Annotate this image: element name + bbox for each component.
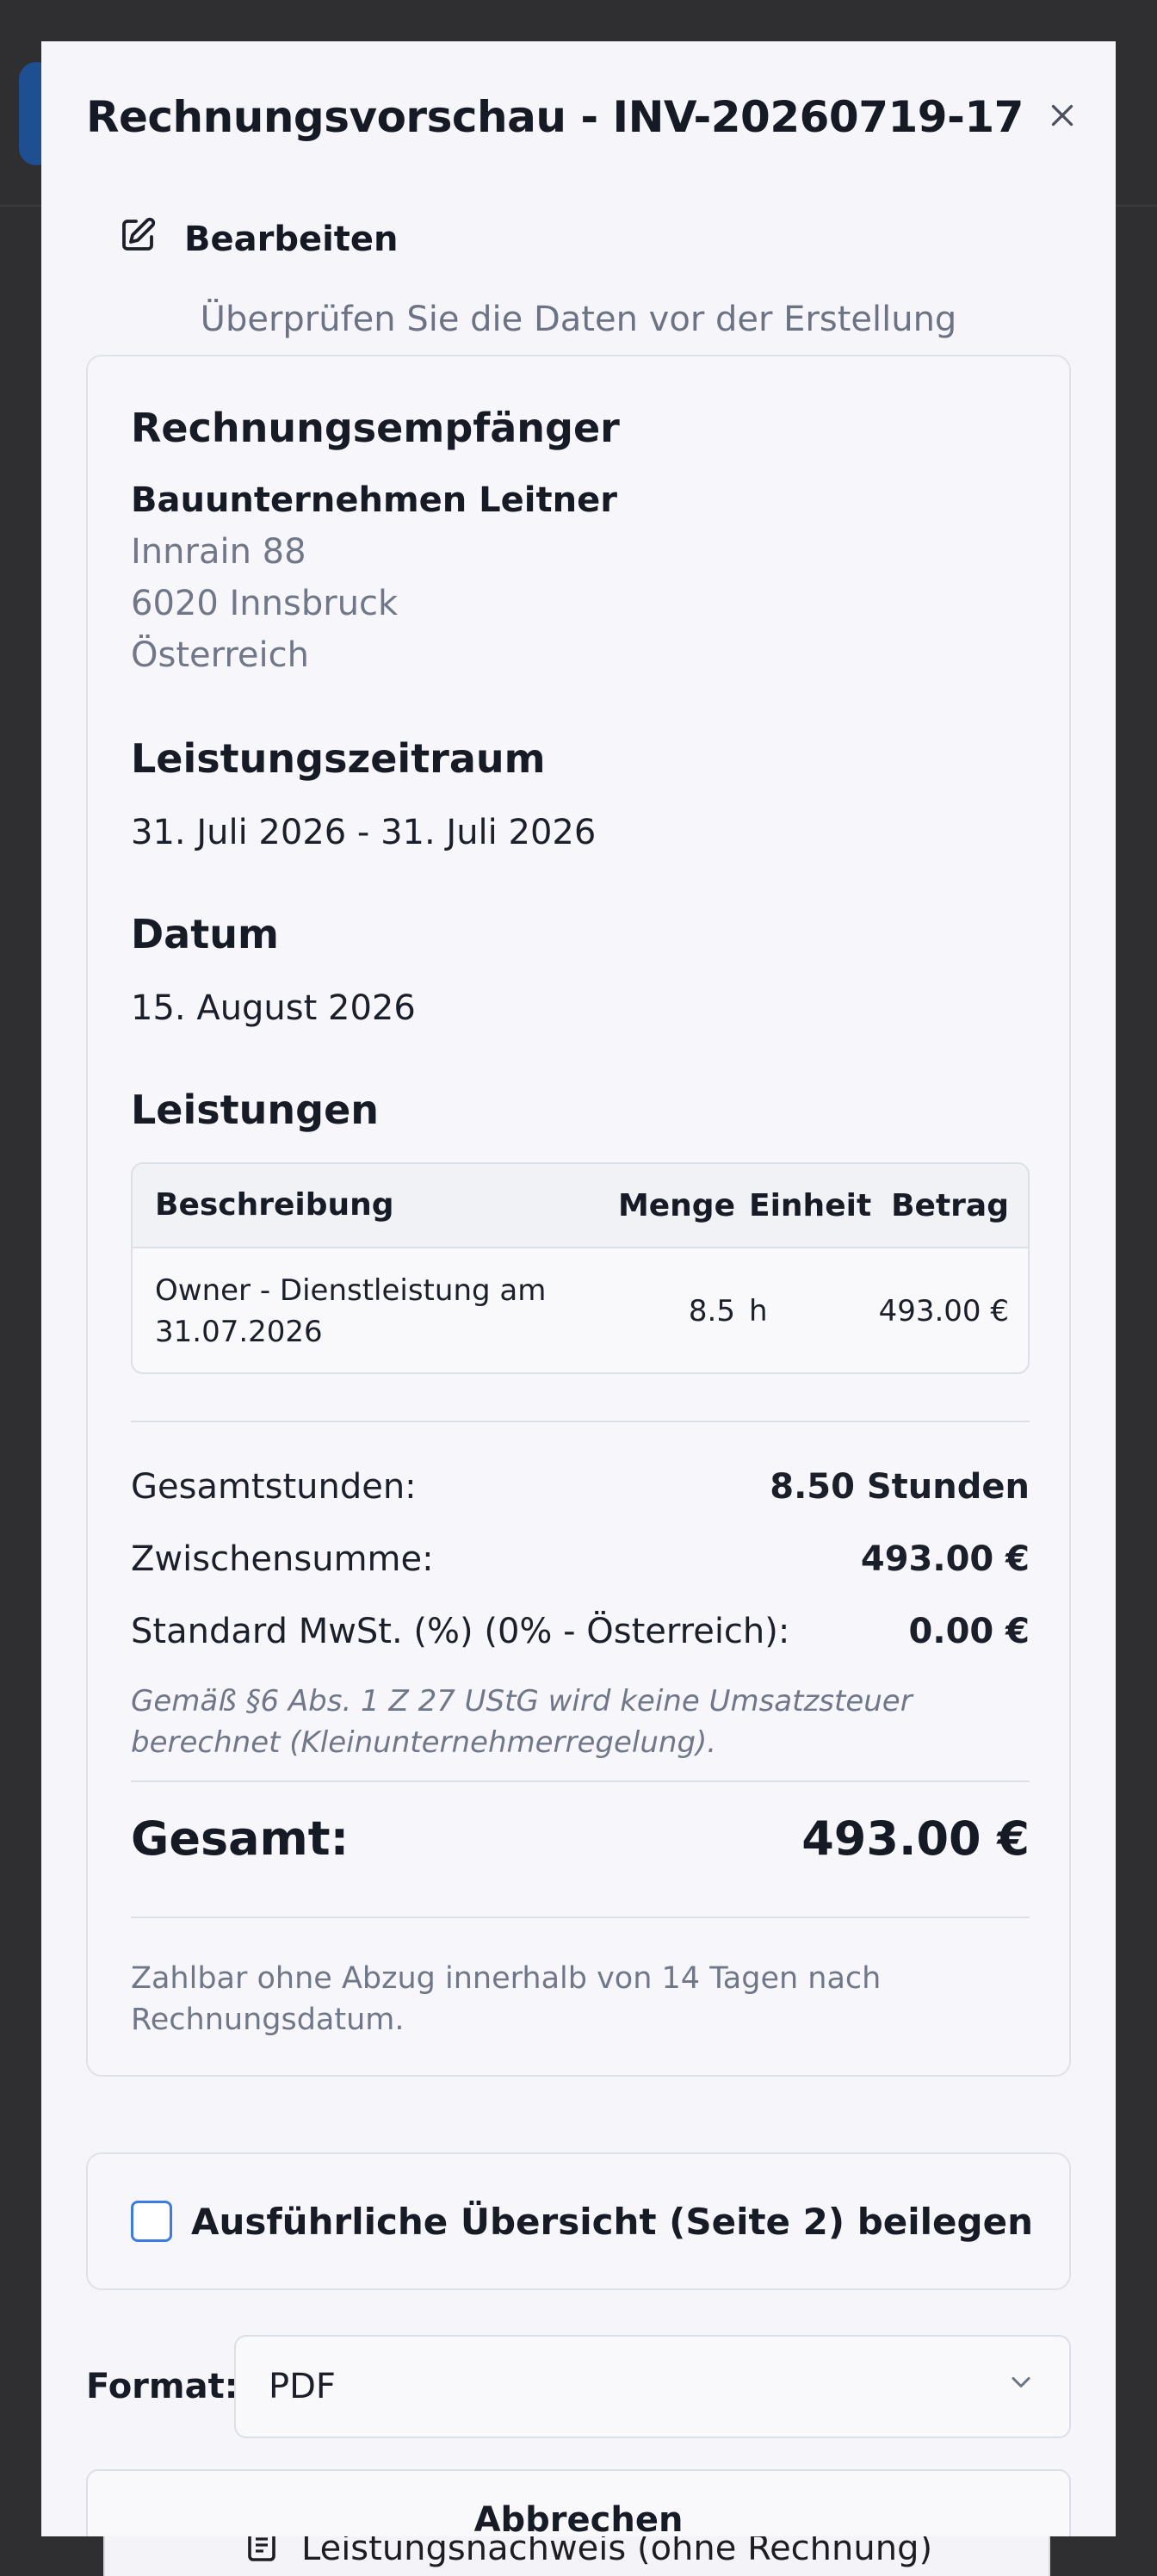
recipient-heading: Rechnungsempfänger — [131, 405, 620, 451]
total-divider-top — [131, 1780, 1030, 1782]
grand-total-value: 493.00 € — [801, 1811, 1030, 1866]
column-description: Beschreibung — [155, 1187, 394, 1223]
row-quantity: 8.5 — [688, 1294, 735, 1328]
dialog-title: Rechnungsvorschau - INV-20260719-17 — [86, 92, 1024, 142]
table-row: Owner - Dienstleistung am 31.07.2026 8.5… — [133, 1248, 1028, 1372]
row-amount: 493.00 € — [878, 1294, 1009, 1328]
total-divider-bottom — [131, 1917, 1030, 1918]
detail-overview-checkbox-wrap[interactable]: Ausführliche Übersicht (Seite 2) beilege… — [131, 2154, 1033, 2288]
detail-overview-label: Ausführliche Übersicht (Seite 2) beilege… — [191, 2200, 1033, 2243]
row-unit: h — [749, 1294, 768, 1328]
tax-value: 0.00 € — [908, 1612, 1030, 1651]
date-value: 15. August 2026 — [131, 988, 416, 1028]
format-row: Format: PDF — [86, 2335, 1071, 2438]
dialog-header: Rechnungsvorschau - INV-20260719-17 — [86, 81, 1085, 153]
chevron-down-icon — [1005, 2367, 1036, 2406]
period-heading: Leistungszeitraum — [131, 735, 546, 782]
subtotal-row: Zwischensumme: 493.00 € — [131, 1539, 1030, 1579]
row-description-line2: 31.07.2026 — [155, 1315, 323, 1349]
edit-button-label: Bearbeiten — [184, 220, 399, 259]
format-label: Format: — [86, 2367, 238, 2406]
detail-overview-checkbox[interactable] — [131, 2201, 172, 2242]
date-heading: Datum — [131, 911, 279, 957]
recipient-street: Innrain 88 — [131, 532, 306, 572]
payment-terms-note: Zahlbar ohne Abzug innerhalb von 14 Tage… — [131, 1961, 882, 2037]
subtotal-label: Zwischensumme: — [131, 1539, 434, 1579]
close-button[interactable] — [1040, 95, 1085, 139]
table-header: Beschreibung Menge Einheit Betrag — [133, 1164, 1028, 1248]
grand-total-label: Gesamt: — [131, 1811, 350, 1866]
format-selected-value: PDF — [269, 2367, 336, 2406]
detail-overview-option: Ausführliche Übersicht (Seite 2) beilege… — [86, 2152, 1071, 2290]
format-select[interactable]: PDF — [234, 2335, 1071, 2438]
column-amount: Betrag — [891, 1187, 1009, 1223]
row-description: Owner - Dienstleistung am 31.07.2026 — [155, 1248, 603, 1372]
close-icon — [1047, 100, 1078, 134]
recipient-name: Bauunternehmen Leitner — [131, 480, 617, 520]
services-heading: Leistungen — [131, 1087, 380, 1133]
edit-icon — [117, 214, 158, 264]
period-value: 31. Juli 2026 - 31. Juli 2026 — [131, 813, 597, 852]
invoice-preview-card: Rechnungsempfänger Bauunternehmen Leitne… — [86, 355, 1071, 2077]
services-table: Beschreibung Menge Einheit Betrag Owner … — [131, 1162, 1030, 1374]
row-description-line1: Owner - Dienstleistung am — [155, 1273, 547, 1308]
total-hours-label: Gesamtstunden: — [131, 1467, 417, 1507]
tax-exemption-note: Gemäß §6 Abs. 1 Z 27 UStG wird keine Ums… — [131, 1684, 913, 1760]
column-quantity: Menge — [617, 1187, 735, 1223]
tax-label: Standard MwSt. (%) (0% - Österreich): — [131, 1612, 790, 1651]
cancel-button[interactable]: Abbrechen — [86, 2469, 1071, 2536]
grand-total-row: Gesamt: 493.00 € — [131, 1811, 1030, 1866]
summary-divider — [131, 1421, 1030, 1422]
recipient-country: Österreich — [131, 635, 309, 675]
recipient-city: 6020 Innsbruck — [131, 584, 399, 623]
tax-row: Standard MwSt. (%) (0% - Österreich): 0.0… — [131, 1612, 1030, 1651]
total-hours-row: Gesamtstunden: 8.50 Stunden — [131, 1467, 1030, 1507]
total-hours-value: 8.50 Stunden — [770, 1467, 1030, 1507]
invoice-preview-dialog: Rechnungsvorschau - INV-20260719-17 Bear… — [41, 41, 1116, 2536]
subtotal-value: 493.00 € — [860, 1539, 1030, 1579]
dialog-subtitle: Überprüfen Sie die Daten vor der Erstell… — [200, 300, 957, 339]
edit-button[interactable]: Bearbeiten — [114, 201, 402, 277]
column-unit: Einheit — [749, 1187, 872, 1223]
